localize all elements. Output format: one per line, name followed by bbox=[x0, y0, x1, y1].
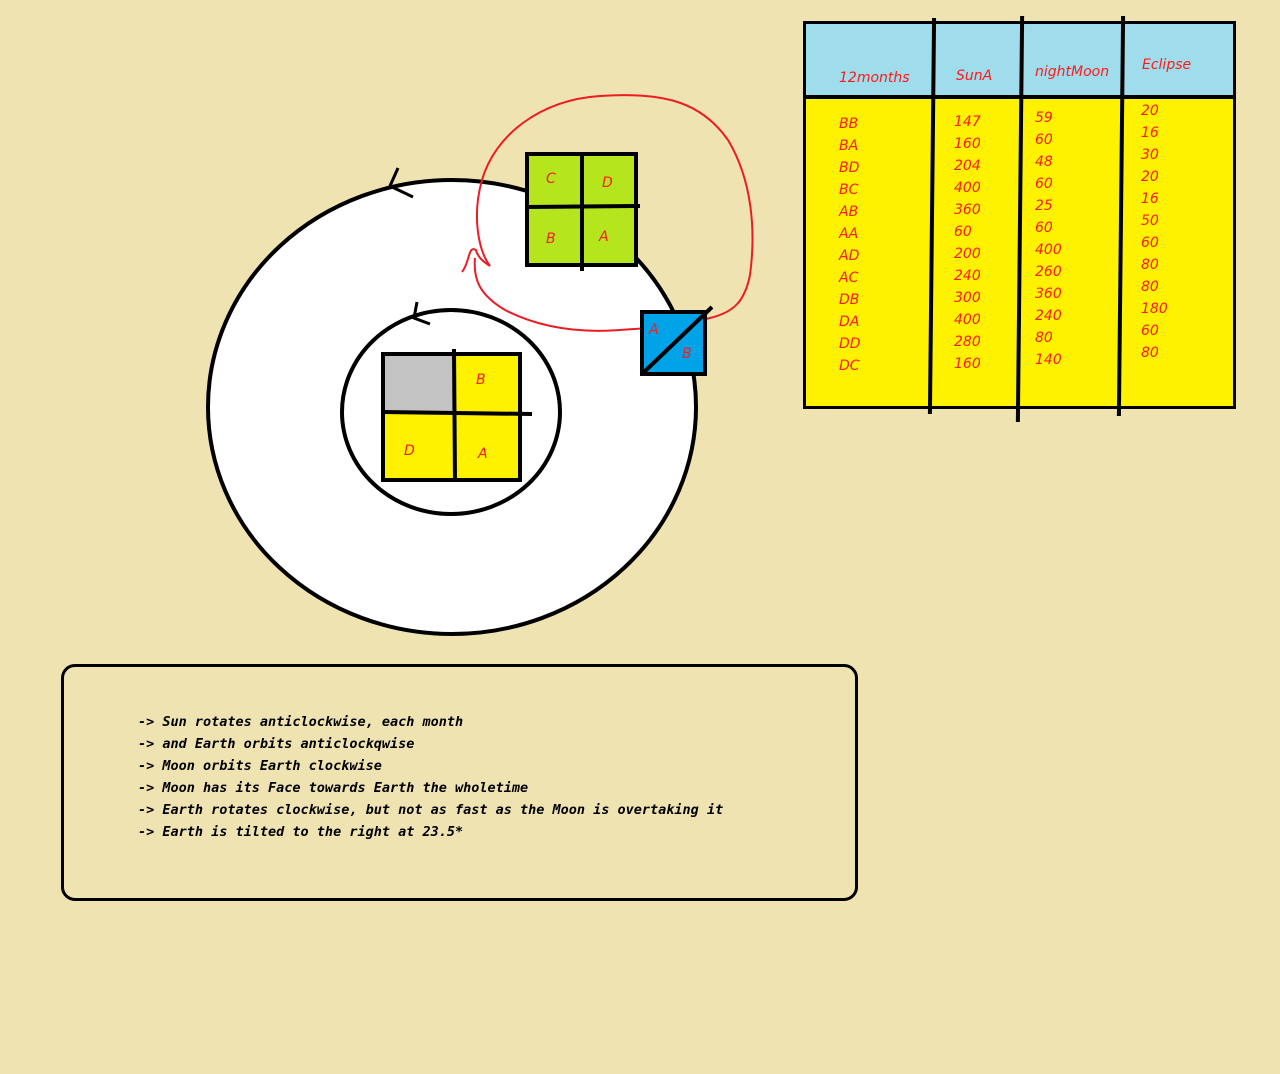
note-line: -> Moon orbits Earth clockwise bbox=[138, 758, 382, 774]
table-cell: 260 bbox=[1035, 264, 1062, 280]
earth-label-top-left: C bbox=[546, 171, 556, 187]
table-cell: 180 bbox=[1141, 301, 1168, 317]
column-header-nightmoon: nightMoon bbox=[1035, 64, 1110, 80]
column-header-suna: SunA bbox=[956, 68, 993, 84]
column-months: BB BA BD BC AB AA AD AC DB DA DD DC bbox=[839, 113, 861, 377]
notes-list: -> Sun rotates anticlockwise, each month… bbox=[138, 711, 723, 843]
earth-square: C D B A bbox=[525, 152, 641, 271]
table-cell: 60 bbox=[1035, 220, 1053, 236]
table-cell: 240 bbox=[954, 268, 981, 284]
sun-quadrant-d bbox=[383, 412, 454, 480]
table-cell: 200 bbox=[954, 246, 981, 262]
table-cell: 400 bbox=[954, 180, 981, 196]
table-cell: 360 bbox=[1035, 286, 1062, 302]
table-cell: DC bbox=[839, 358, 860, 374]
moon-label-bottom-right: B bbox=[682, 346, 692, 362]
table-cell: 280 bbox=[954, 334, 981, 350]
table-cell: 147 bbox=[954, 114, 981, 130]
sun-divider-horizontal bbox=[382, 410, 533, 416]
table-cell: 25 bbox=[1035, 198, 1053, 214]
table-cell: DB bbox=[839, 292, 860, 308]
earth-label-top-right: D bbox=[602, 175, 613, 191]
data-table: 12months SunA nightMoon Eclipse BB BA BD BC… bbox=[803, 15, 1236, 423]
table-cell: 160 bbox=[954, 356, 981, 372]
table-cell: 20 bbox=[1141, 169, 1159, 185]
note-line: -> Earth is tilted to the right at 23.5* bbox=[138, 824, 464, 840]
table-cell: AA bbox=[839, 226, 859, 242]
earth-label-bottom-right: A bbox=[598, 229, 609, 245]
sun-quadrant-b bbox=[454, 354, 520, 412]
column-eclipse: 20 16 30 20 16 50 60 80 80 180 60 80 bbox=[1141, 100, 1168, 364]
table-cell: 400 bbox=[954, 312, 981, 328]
moon-square: A B bbox=[640, 305, 714, 376]
table-cell: 16 bbox=[1141, 125, 1159, 141]
table-cell: 160 bbox=[954, 136, 981, 152]
sun-square: B D A bbox=[381, 348, 533, 483]
table-cell: AD bbox=[839, 248, 860, 264]
sun-label-bottom-right: A bbox=[477, 446, 488, 462]
table-cell: 140 bbox=[1035, 352, 1062, 368]
table-cell: 50 bbox=[1141, 213, 1159, 229]
notes-box: -> Sun rotates anticlockwise, each month… bbox=[61, 664, 858, 901]
table-cell: 60 bbox=[1141, 235, 1159, 251]
table-cell: AB bbox=[839, 204, 859, 220]
table-cell: 60 bbox=[954, 224, 972, 240]
table-cell: DA bbox=[839, 314, 860, 330]
table-cell: 59 bbox=[1035, 110, 1053, 126]
table-cell: 48 bbox=[1035, 154, 1053, 170]
table-cell: 240 bbox=[1035, 308, 1062, 324]
column-nightmoon: 59 60 48 60 25 60 400 260 360 240 80 140 bbox=[1035, 107, 1062, 371]
earth-label-bottom-left: B bbox=[546, 231, 556, 247]
table-cell: 60 bbox=[1035, 132, 1053, 148]
sun-quadrant-shadow bbox=[383, 354, 454, 412]
table-cell: 30 bbox=[1141, 147, 1159, 163]
table-cell: 20 bbox=[1141, 103, 1159, 119]
table-cell: 80 bbox=[1141, 257, 1159, 273]
note-line: -> and Earth orbits anticlockqwise bbox=[138, 736, 415, 752]
table-cell: 80 bbox=[1141, 279, 1159, 295]
note-line: -> Sun rotates anticlockwise, each month bbox=[138, 714, 464, 730]
sun-label-bottom-left: D bbox=[404, 443, 415, 459]
table-cell: DD bbox=[839, 336, 861, 352]
table-cell: 360 bbox=[954, 202, 981, 218]
table-cell: BB bbox=[839, 116, 859, 132]
column-header-eclipse: Eclipse bbox=[1142, 57, 1192, 73]
moon-label-top-left: A bbox=[648, 322, 659, 338]
table-cell: 400 bbox=[1035, 242, 1062, 258]
table-cell: 80 bbox=[1141, 345, 1159, 361]
table-cell: BA bbox=[839, 138, 859, 154]
table-cell: 16 bbox=[1141, 191, 1159, 207]
orbit-diagram: B D A C D B A A B bbox=[206, 94, 754, 636]
column-suna: 147 160 204 400 360 60 200 240 300 400 280 160 bbox=[954, 111, 981, 375]
earth-divider-horizontal bbox=[526, 204, 641, 209]
table-cell: 60 bbox=[1035, 176, 1053, 192]
table-cell: 204 bbox=[954, 158, 981, 174]
sun-label-top-right: B bbox=[476, 372, 486, 388]
table-cell: BD bbox=[839, 160, 860, 176]
column-header-months: 12months bbox=[839, 70, 910, 86]
sun-divider-vertical bbox=[452, 348, 457, 483]
table-cell: AC bbox=[839, 270, 859, 286]
table-cell: 60 bbox=[1141, 323, 1159, 339]
table-cell: 80 bbox=[1035, 330, 1053, 346]
note-line: -> Moon has its Face towards Earth the w… bbox=[138, 780, 529, 796]
table-cell: 300 bbox=[954, 290, 981, 306]
table-cell: BC bbox=[839, 182, 859, 198]
note-line: -> Earth rotates clockwise, but not as f… bbox=[138, 802, 724, 818]
